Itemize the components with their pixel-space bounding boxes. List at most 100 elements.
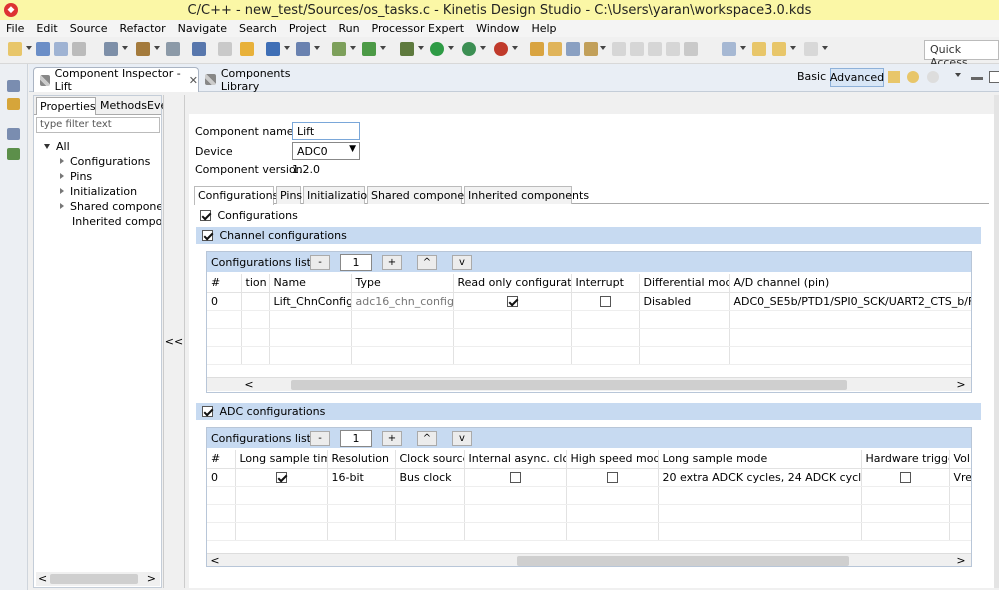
adc-hscrollbar[interactable]: < > [207, 553, 971, 566]
run-external-dropdown-icon[interactable] [480, 46, 486, 50]
quick-access-input[interactable]: Quick Access [924, 40, 999, 69]
tree-item-inherited-components[interactable]: Inherited components [72, 215, 161, 228]
save-all-icon[interactable] [54, 42, 68, 56]
config-count-field[interactable]: 1 [340, 430, 372, 447]
column-header[interactable]: # [207, 274, 242, 293]
new-dropdown-icon[interactable] [26, 46, 32, 50]
interrupt-cell[interactable] [571, 292, 640, 311]
view-menu-icon[interactable] [955, 73, 961, 77]
device-select[interactable]: ADC0 ▼ [292, 142, 360, 160]
collapse-panel-button[interactable]: << [163, 95, 185, 588]
adc-configurations-checkbox[interactable] [202, 406, 213, 417]
debug-dropdown-icon[interactable] [418, 46, 424, 50]
new-source-dropdown-icon[interactable] [350, 46, 356, 50]
next-annotation-icon[interactable] [722, 42, 736, 56]
lightbulb-icon[interactable] [240, 42, 254, 56]
back-arrow-icon[interactable] [772, 42, 786, 56]
block-disabled-icon[interactable] [666, 42, 680, 56]
tab-shared-components[interactable]: Shared components [367, 186, 481, 204]
back-icon[interactable] [907, 71, 919, 83]
forward-dropdown-icon[interactable] [822, 46, 828, 50]
column-header[interactable]: A/D channel (pin) [729, 274, 971, 293]
tab-properties[interactable]: Properties [36, 97, 96, 115]
read-only-checkbox[interactable] [506, 295, 518, 307]
open-task-icon[interactable] [566, 42, 580, 56]
ad-channel-pin-cell[interactable]: ADC0_SE5b/PTD1/SPI0_SCK/UART2_CTS_b/FB_C… [729, 292, 971, 311]
pin-disabled-icon[interactable] [684, 42, 698, 56]
tab-components-library[interactable]: Components Library [201, 67, 331, 93]
move-up-button[interactable]: ^ [417, 431, 437, 446]
table-cell[interactable] [241, 292, 270, 311]
scroll-right-icon[interactable]: > [955, 378, 967, 391]
add-config-button[interactable]: + [382, 255, 402, 270]
refresh-dropdown-icon[interactable] [380, 46, 386, 50]
tree-item-pins[interactable]: Pins [60, 170, 160, 183]
menu-navigate[interactable]: Navigate [172, 22, 233, 35]
hammer-build-icon[interactable] [136, 42, 150, 56]
menu-help[interactable]: Help [525, 22, 562, 35]
menu-window[interactable]: Window [470, 22, 525, 35]
interrupt-checkbox[interactable] [599, 295, 611, 307]
tab-pins[interactable]: Pins [276, 186, 302, 204]
build-settings-icon[interactable] [104, 42, 118, 56]
scroll-left-icon[interactable]: < [38, 572, 47, 585]
column-header[interactable]: Long sample mode [658, 450, 862, 469]
column-header[interactable]: Long sample time [235, 450, 328, 469]
pen-dropdown-icon[interactable] [600, 46, 606, 50]
table-row[interactable]: 0 16-bit Bus clock 20 extra ADCK cycles,… [207, 468, 971, 487]
table-row[interactable]: 0 Lift_ChnConfig0 adc16_chn_config_t Dis… [207, 292, 971, 311]
long-sample-time-cell[interactable] [235, 468, 328, 487]
mark-disabled-icon[interactable] [630, 42, 644, 56]
column-header[interactable]: Name [269, 274, 352, 293]
config-name-cell[interactable]: Lift_ChnConfig0 [269, 292, 352, 311]
column-header[interactable]: Interrupt [571, 274, 640, 293]
column-header[interactable]: Type [351, 274, 454, 293]
maximize-icon[interactable] [989, 71, 999, 83]
scroll-thumb[interactable] [291, 380, 847, 390]
column-header[interactable]: Resolution [327, 450, 396, 469]
new-icon[interactable] [8, 42, 22, 56]
new-file-dropdown-icon[interactable] [314, 46, 320, 50]
new-class-dropdown-icon[interactable] [284, 46, 290, 50]
move-down-button[interactable]: v [452, 255, 472, 270]
high-speed-mode-checkbox[interactable] [606, 471, 618, 483]
column-header[interactable]: # [207, 450, 236, 469]
tab-methods[interactable]: Methods [100, 99, 147, 112]
configurations-checkbox-row[interactable]: Configurations [200, 209, 298, 222]
toggle-disabled-icon[interactable] [648, 42, 662, 56]
save-icon[interactable] [36, 42, 50, 56]
restore-view-2-icon[interactable] [7, 128, 20, 140]
add-config-button[interactable]: + [382, 431, 402, 446]
scroll-left-icon[interactable]: < [243, 378, 255, 391]
new-class-icon[interactable] [266, 42, 280, 56]
note-icon[interactable] [888, 71, 900, 83]
components-icon[interactable] [7, 148, 20, 160]
scroll-right-icon[interactable]: > [955, 554, 967, 566]
menu-edit[interactable]: Edit [30, 22, 63, 35]
long-sample-mode-cell[interactable]: 20 extra ADCK cycles, 24 ADCK cycles tot… [658, 468, 862, 487]
debug-bug-icon[interactable] [400, 42, 414, 56]
left-panel-hscrollbar[interactable]: < > [36, 572, 160, 586]
long-sample-time-checkbox[interactable] [275, 471, 287, 483]
menu-refactor[interactable]: Refactor [114, 22, 172, 35]
new-source-icon[interactable] [332, 42, 346, 56]
tab-configurations[interactable]: Configurations [194, 186, 278, 205]
high-speed-mode-cell[interactable] [566, 468, 659, 487]
basic-mode-button[interactable]: Basic [797, 70, 826, 83]
internal-async-clock-checkbox[interactable] [509, 471, 521, 483]
column-header[interactable]: Vol [949, 450, 971, 469]
column-header[interactable]: Differential mode [639, 274, 730, 293]
open-folder-icon[interactable] [530, 42, 544, 56]
run-external-icon[interactable] [462, 42, 476, 56]
build-dropdown-icon[interactable] [154, 46, 160, 50]
internal-async-clock-cell[interactable] [464, 468, 567, 487]
open-file-icon[interactable] [548, 42, 562, 56]
run-icon[interactable] [430, 42, 444, 56]
close-icon[interactable]: ✕ [189, 74, 198, 87]
hardware-trigger-checkbox[interactable] [899, 471, 911, 483]
read-only-cell[interactable] [453, 292, 572, 311]
scroll-thumb[interactable] [50, 574, 138, 584]
forward-icon[interactable] [927, 71, 939, 83]
move-up-button[interactable]: ^ [417, 255, 437, 270]
column-header[interactable]: tion [241, 274, 270, 293]
